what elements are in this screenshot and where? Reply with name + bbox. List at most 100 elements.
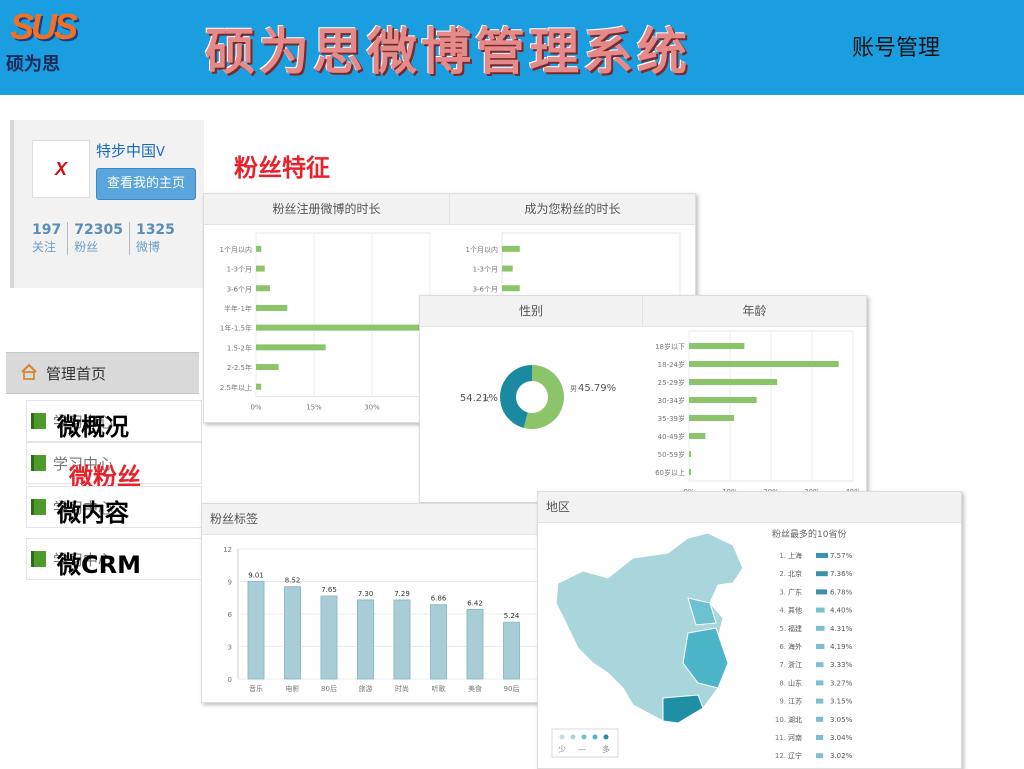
stat-label: 微博 [135, 240, 160, 254]
nav-item-content[interactable]: 学习中心 微内容 [26, 486, 202, 528]
data-label: 7.65 [321, 586, 337, 594]
bar [256, 285, 270, 292]
province-name: 广东 [788, 587, 802, 596]
rank-number: 2. [779, 570, 786, 578]
nav-item-crm[interactable]: 学习中心 微CRM [26, 538, 202, 580]
category-label: 80后 [321, 684, 337, 693]
nav-home[interactable]: 管理首页 [6, 352, 199, 394]
nav-item-overview[interactable]: 学习中心 微概况 [26, 400, 202, 442]
chart-title: 性别 [420, 296, 643, 327]
fan-tags-chart: 0 3 6 9 12 9.01 音乐 8.52 电影 7.65 80后 7.30 旅游 7.29 时尚 6.8… [223, 546, 538, 693]
bar [816, 625, 825, 631]
percent-label: 4.40% [830, 607, 853, 615]
province-name: 上海 [788, 551, 802, 560]
percent-label: 3.15% [830, 698, 853, 706]
gender-chart: 女54.21%男 45.79% [460, 365, 616, 429]
bar [689, 469, 691, 475]
category-label: 1个月以内 [220, 245, 252, 254]
bar [357, 599, 374, 680]
map-legend: 少 — 多 [551, 728, 619, 758]
category-label: 25-29岁 [658, 378, 685, 387]
home-icon [21, 363, 37, 380]
category-label: 半年-1年 [224, 304, 252, 313]
bar [816, 589, 828, 595]
stat-value: 197 [32, 222, 62, 238]
category-label: 40-49岁 [658, 432, 685, 441]
category-label: 35-39岁 [658, 414, 685, 423]
category-label: 听歌 [432, 684, 446, 693]
avatar[interactable]: X [32, 140, 90, 198]
bar [393, 599, 411, 680]
bar [816, 735, 824, 740]
stat-value: 72305 [74, 222, 123, 238]
category-label: 1年-1.5年 [220, 324, 252, 333]
bar [689, 415, 735, 421]
bar [689, 397, 757, 403]
profile-card: X 特步中国V 查看我的主页 197 关注 72305 粉丝 1325 微博 [10, 120, 204, 288]
profile-name: 特步中国 [96, 142, 157, 160]
category-label: 30-34岁 [658, 396, 685, 405]
chart-title: 粉丝标签 [202, 504, 538, 535]
chart-title: 年龄 [643, 296, 866, 327]
rank-number: 12. [775, 752, 786, 760]
percent-label: 3.33% [830, 661, 853, 669]
stat-following[interactable]: 197 关注 [32, 222, 69, 255]
stat-posts[interactable]: 1325 微博 [130, 222, 181, 255]
category-label: 1-3个月 [227, 266, 252, 274]
nav-item-fans[interactable]: 学习中心 微粉丝 [26, 442, 202, 491]
region-chart: 少 — 多 粉丝最多的10省份 1. 上海 7.57% 2. 北京 7.36% 3. 广东 6.… [551, 528, 853, 760]
slice-value-label: 54.21% [460, 393, 498, 404]
view-homepage-button[interactable]: 查看我的主页 [96, 168, 196, 200]
region-subtitle: 粉丝最多的10省份 [772, 528, 846, 540]
y-tick-label: 3 [228, 644, 232, 652]
chart-title: 地区 [538, 492, 961, 523]
book-icon [31, 455, 46, 471]
province-name: 河南 [788, 733, 802, 742]
chart-title: 成为您粉丝的时长 [450, 194, 695, 225]
bar [256, 304, 288, 311]
data-label: 6.86 [431, 595, 447, 603]
profile-name-link[interactable]: 特步中国V [96, 140, 165, 161]
percent-label: 6.78% [830, 588, 853, 596]
percent-label: 7.36% [830, 570, 853, 578]
category-label: 1个月以内 [466, 245, 498, 254]
south-province-shape[interactable] [662, 694, 704, 724]
bar [502, 285, 520, 292]
province-name: 其他 [788, 606, 802, 615]
nav-item-label: 微内容 [57, 499, 129, 527]
stat-label: 关注 [32, 240, 57, 254]
account-management-link[interactable]: 账号管理 [852, 30, 940, 62]
x-tick-label: 15% [306, 404, 322, 412]
bar [816, 553, 828, 558]
chart-title: 粉丝注册微博的时长 [204, 194, 450, 225]
verified-icon: V [156, 145, 165, 160]
rank-number: 1. [779, 552, 786, 560]
y-tick-label: 12 [223, 546, 232, 554]
age-chart: 0%10%20%30%40%18岁以下18-24岁25-29岁30-34岁35-… [655, 330, 861, 496]
category-label: 50-59岁 [658, 450, 685, 459]
bar [816, 698, 824, 704]
category-label: 电影 [286, 684, 300, 693]
legend-arrow: — [578, 745, 586, 754]
province-name: 江苏 [788, 697, 802, 706]
plot-frame [501, 232, 681, 299]
stat-fans[interactable]: 72305 粉丝 [68, 222, 130, 255]
category-label: 1-3个月 [473, 266, 498, 274]
bar [466, 608, 484, 680]
slice-value-label: 45.79% [578, 383, 616, 394]
category-label: 美食 [468, 684, 482, 693]
bar [689, 433, 706, 439]
y-tick-label: 9 [228, 579, 232, 587]
rank-number: 3. [779, 588, 786, 596]
bar [502, 265, 513, 272]
rank-number: 7. [779, 661, 786, 669]
category-label: 1.5-2年 [227, 343, 252, 352]
percent-label: 4.31% [830, 625, 853, 633]
logo-mark: SUS [10, 6, 78, 47]
nav-item-label: 微概况 [57, 413, 129, 441]
panel-fan-tags: 粉丝标签 0 3 6 9 12 9.01 音乐 8.52 电影 7.65 80后 7.30 旅游 7.29… [201, 503, 539, 703]
section-title: 粉丝特征 [234, 154, 330, 182]
stat-value: 1325 [135, 222, 175, 238]
bar [256, 383, 262, 390]
bar [256, 324, 430, 331]
